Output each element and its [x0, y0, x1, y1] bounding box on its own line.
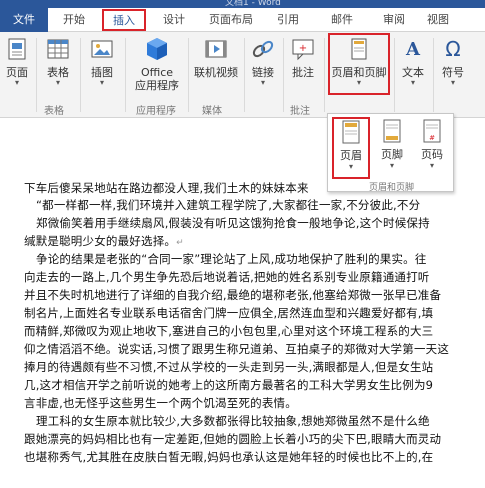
group-divider: [244, 38, 245, 112]
svg-text:#: #: [429, 134, 435, 142]
link-icon: [250, 36, 276, 62]
page-number-icon: #: [422, 118, 442, 144]
online-video-button[interactable]: 联机视频: [192, 36, 240, 79]
chevron-down-icon: ▾: [55, 78, 60, 87]
tab-references[interactable]: 引用: [270, 8, 306, 32]
doc-line: “都一样都一样,我们环境并入建筑工程学院了,大家都往一家,不分彼此,不分: [36, 198, 421, 212]
footer-label: 页脚: [381, 148, 403, 161]
paragraph-mark: ↵: [176, 238, 184, 248]
group-label-comment: 批注: [290, 106, 310, 117]
tab-view[interactable]: 视图: [420, 8, 456, 32]
chevron-down-icon: ▾: [348, 162, 353, 171]
ribbon-insert: 页面 ▾ 表格 ▾ 表格 插图 ▾ Office 应用程序 应用程序 联机视频 …: [0, 32, 485, 118]
comment-label: 批注: [292, 66, 314, 79]
comment-icon: +: [290, 36, 316, 62]
chevron-down-icon: ▾: [99, 78, 104, 87]
page-number-button[interactable]: # 页码 ▾: [413, 118, 451, 170]
svg-text:Ω: Ω: [445, 37, 460, 61]
doc-line: 制名片,上面姓名专业联系电话宿舍门牌一应俱全,居然连血型和兴趣爱好都有,填: [24, 306, 434, 320]
tab-review[interactable]: 审阅: [376, 8, 412, 32]
picture-icon: [89, 36, 115, 62]
doc-line: 跟她漂亮的妈妈相比也有一定差距,但她的圆脸上长着小巧的尖下巴,眼睛大而灵动: [24, 432, 442, 446]
header-footer-icon: [346, 36, 372, 62]
office-apps-button[interactable]: Office 应用程序: [130, 36, 184, 92]
chevron-down-icon: ▾: [410, 78, 415, 87]
group-label-apps: 应用程序: [136, 106, 176, 117]
title-bar: 文档1 - Word: [0, 0, 485, 8]
header-label: 页眉: [340, 149, 362, 162]
chevron-down-icon: ▾: [356, 78, 361, 87]
symbol-button[interactable]: Ω 符号 ▾: [437, 36, 469, 87]
group-divider: [394, 38, 395, 112]
window-title: 文档1 - Word: [225, 0, 281, 8]
group-divider: [36, 38, 37, 112]
ribbon-tab-bar: 文件 开始 插入 设计 页面布局 引用 邮件 审阅 视图: [0, 8, 485, 32]
doc-line: 言非虚,也无怪乎这些男生一个两个饥渴至死的表情。: [24, 396, 297, 410]
group-divider: [125, 38, 126, 112]
omega-icon: Ω: [440, 36, 466, 62]
chevron-down-icon: ▾: [14, 78, 19, 87]
tab-design[interactable]: 设计: [154, 8, 194, 32]
group-divider: [433, 38, 434, 112]
doc-line: 郑微偷笑着用手继续扇风,假装没有听见这饿狗抢食一般地争论,这个时候保持: [36, 216, 430, 230]
doc-line: 并且不失时机地进行了详细的自我介绍,最绝的堪称老张,他塞给郑微一张早已准备: [24, 288, 442, 302]
chevron-down-icon: ▾: [260, 78, 265, 87]
group-label-media: 媒体: [202, 106, 222, 117]
illustrations-button[interactable]: 插图 ▾: [85, 36, 119, 87]
page-button[interactable]: 页面 ▾: [2, 36, 32, 87]
office-label-line2: 应用程序: [135, 79, 179, 92]
doc-line: 争论的结果是老张的“合同一家”理论站了上风,成功地保护了胜利的果实。往: [36, 252, 427, 266]
tab-insert[interactable]: 插入: [102, 9, 146, 31]
page-number-label: 页码: [421, 148, 443, 161]
video-icon: [203, 36, 229, 62]
doc-line: 理工科的女生原本就比较少,大多数都张得比较抽象,想她郑微虽然不是什么绝: [36, 414, 430, 428]
doc-line: 向走去的一路上,几个男生争先恐后地说着话,把她的姓名系别专业原籍通通打听: [24, 270, 430, 284]
link-button[interactable]: 链接 ▾: [248, 36, 278, 87]
chevron-down-icon: ▾: [429, 161, 434, 170]
tab-mailings[interactable]: 邮件: [324, 8, 360, 32]
group-divider: [80, 38, 81, 112]
tab-home[interactable]: 开始: [54, 8, 94, 32]
online-video-label: 联机视频: [194, 66, 238, 79]
word-window: 文档1 - Word 文件 开始 插入 设计 页面布局 引用 邮件 审阅 视图 …: [0, 0, 485, 488]
doc-line: 仰之情滔滔不绝。说实话,习惯了跟男生称兄道弟、互拍桌子的郑微对大学第一天这: [24, 342, 450, 356]
svg-text:A: A: [405, 39, 421, 60]
group-divider: [188, 38, 189, 112]
text-box-icon: A: [400, 36, 426, 62]
group-divider: [324, 38, 325, 112]
chevron-down-icon: ▾: [450, 78, 455, 87]
table-icon: [45, 36, 71, 62]
svg-text:+: +: [299, 43, 307, 54]
header-icon: [341, 119, 361, 145]
text-button[interactable]: A 文本 ▾: [397, 36, 429, 87]
doc-line: 下车后傻呆呆地站在路边都没人理,我们土木的妹妹本来: [24, 181, 309, 195]
comment-button[interactable]: + 批注: [288, 36, 318, 79]
header-footer-dropdown: 页眉 ▾ 页脚 ▾ # 页码 ▾ 页眉和页脚: [327, 113, 454, 193]
doc-line: 捧月的待遇颇有些不习惯,不过从学校的一头走到另一头,满眼都是人,但是女生站: [24, 360, 434, 374]
doc-line: 而精鲜,郑微叹为观止地收下,塞进自己的小包包里,心里对这个环境工程系的大三: [24, 324, 434, 338]
doc-line: 缄默是聪明少女的最好选择。↵: [24, 233, 184, 249]
header-button[interactable]: 页眉 ▾: [332, 117, 370, 179]
office-store-icon: [144, 36, 170, 62]
doc-line: 也堪称秀气,尤其胜在皮肤白皙无暇,妈妈也承认这是她年轻的时候也比不上的,在: [24, 450, 434, 464]
office-label-line1: Office: [140, 66, 174, 79]
doc-line: 几,这才相信开学之前听说的她考上的这所南方最著名的工科大学男女生比例为9: [24, 378, 434, 392]
page-icon: [4, 36, 30, 62]
tab-file[interactable]: 文件: [0, 8, 48, 32]
footer-icon: [382, 118, 402, 144]
chevron-down-icon: ▾: [389, 161, 394, 170]
group-label-table: 表格: [44, 106, 64, 117]
header-footer-button[interactable]: 页眉和页脚 ▾: [330, 36, 388, 87]
tab-layout[interactable]: 页面布局: [203, 8, 259, 32]
group-divider: [283, 38, 284, 112]
footer-button[interactable]: 页脚 ▾: [373, 118, 411, 170]
dropdown-group-label: 页眉和页脚: [368, 183, 414, 193]
doc-line-text: 缄默是聪明少女的最好选择。: [24, 234, 177, 248]
table-button[interactable]: 表格 ▾: [43, 36, 73, 87]
